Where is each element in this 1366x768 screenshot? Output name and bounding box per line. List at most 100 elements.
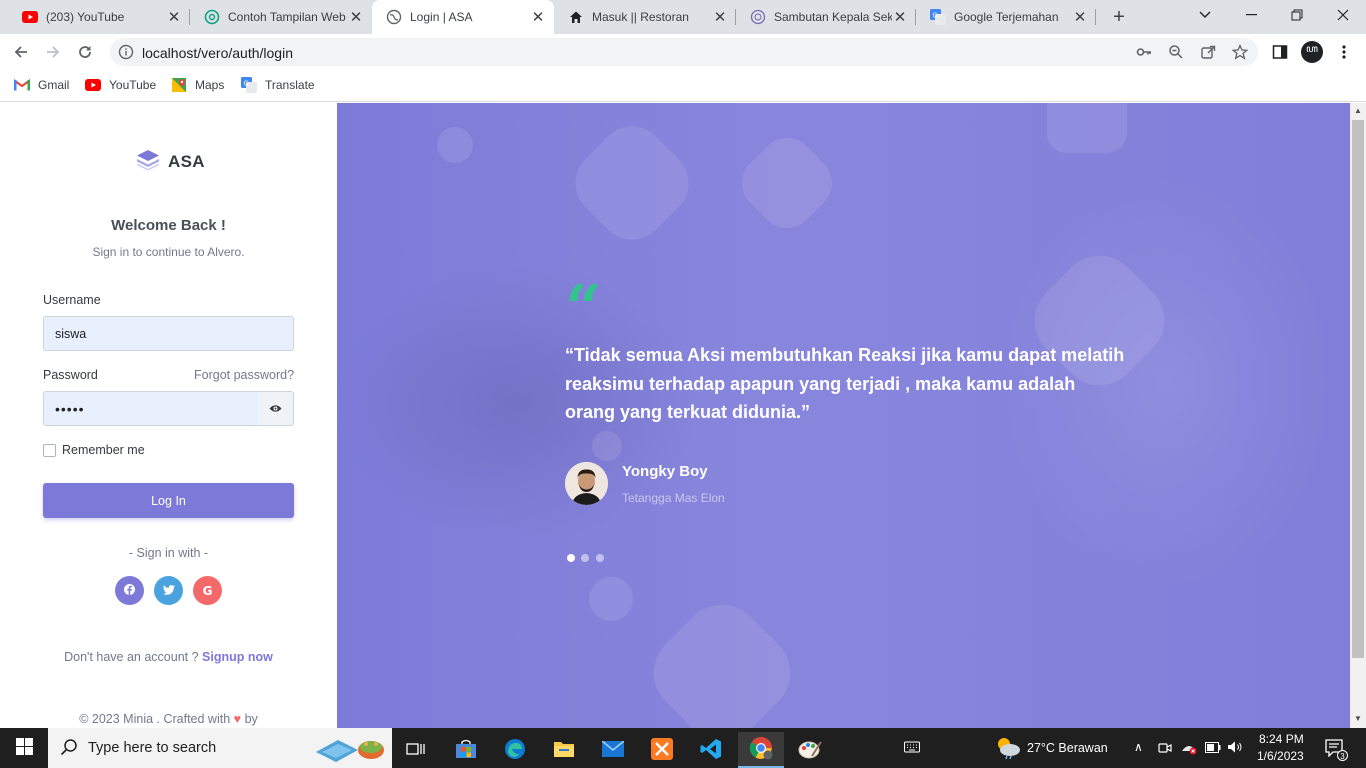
close-icon[interactable]: ✕ <box>348 9 364 26</box>
taskbar-search[interactable]: Type here to search <box>48 728 392 768</box>
taskbar-mail[interactable] <box>590 732 636 768</box>
tab-google-terjemahan[interactable]: G Google Terjemahan ✕ <box>916 0 1096 34</box>
tab-youtube[interactable]: (203) YouTube ✕ <box>8 0 190 34</box>
new-tab-button[interactable]: + <box>1108 6 1130 28</box>
welcome-heading: Welcome Back ! <box>111 217 226 234</box>
battery-icon[interactable] <box>1205 742 1221 756</box>
browser-toolbar: localhost/vero/auth/login ꦲ <box>0 34 1366 70</box>
taskbar-store[interactable] <box>443 732 489 768</box>
back-button[interactable] <box>8 39 34 65</box>
remember-me-label[interactable]: Remember me <box>62 443 145 457</box>
toggle-password-button[interactable] <box>258 391 294 426</box>
taskbar-xampp[interactable] <box>639 732 685 768</box>
mail-icon <box>601 739 625 760</box>
weather-icon[interactable] <box>995 735 1021 762</box>
google-translate-icon: G <box>241 77 257 93</box>
layers-icon <box>136 149 160 174</box>
scrollbar-thumb[interactable] <box>1352 120 1364 658</box>
twitter-button[interactable] <box>154 576 183 605</box>
taskbar-paint[interactable] <box>787 732 833 768</box>
volume-icon[interactable] <box>1227 740 1243 757</box>
carousel-dot-1[interactable] <box>567 554 575 562</box>
scroll-up-arrow-icon[interactable]: ▲ <box>1354 106 1362 115</box>
remember-me-checkbox[interactable] <box>43 444 56 457</box>
carousel-dot-2[interactable] <box>581 554 589 562</box>
tab-login-asa[interactable]: Login | ASA ✕ <box>372 0 554 34</box>
taskbar-vscode[interactable] <box>688 732 734 768</box>
bookmark-gmail[interactable]: Gmail <box>14 77 69 93</box>
reload-button[interactable] <box>72 39 98 65</box>
info-icon[interactable] <box>118 44 134 63</box>
close-icon[interactable]: ✕ <box>1072 9 1088 26</box>
keyboard-icon[interactable] <box>904 741 920 756</box>
weather-text[interactable]: 27°C Berawan <box>1027 741 1108 755</box>
task-view-button[interactable] <box>393 732 439 768</box>
tab-sambutan[interactable]: Sambutan Kepala Sek ✕ <box>736 0 916 34</box>
tab-title: Masuk || Restoran <box>592 10 689 24</box>
bookmark-star-icon[interactable] <box>1231 43 1249 60</box>
tab-search-button[interactable] <box>1182 0 1228 30</box>
avatar <box>565 462 608 505</box>
menu-icon[interactable] <box>1335 43 1353 61</box>
decorative-shape <box>637 588 807 728</box>
signup-link[interactable]: Signup now <box>202 650 273 664</box>
footer-text: © 2023 Minia . Crafted with <box>79 712 231 726</box>
profile-avatar[interactable]: ꦲ <box>1301 41 1323 63</box>
microsoft-store-icon <box>455 739 477 762</box>
heart-icon: ♥ <box>233 712 242 726</box>
tab-title: Google Terjemahan <box>954 10 1059 24</box>
bookmark-label: Gmail <box>38 78 70 92</box>
clock-time[interactable]: 8:24 PM <box>1259 732 1304 746</box>
close-icon[interactable]: ✕ <box>166 9 182 26</box>
page-scrollbar[interactable]: ▲ ▼ <box>1350 103 1366 728</box>
tab-contoh-tampilan[interactable]: Contoh Tampilan Web ✕ <box>190 0 372 34</box>
tab-strip: (203) YouTube ✕ Contoh Tampilan Web ✕ Lo… <box>0 0 1366 34</box>
maps-icon <box>171 77 187 93</box>
close-window-button[interactable] <box>1320 0 1366 30</box>
bookmark-maps[interactable]: Maps <box>171 77 224 93</box>
forward-button[interactable] <box>40 39 66 65</box>
testimonial-role: Tetangga Mas Elon <box>622 491 725 505</box>
brand-logo[interactable]: ASA <box>136 149 205 174</box>
clock-date[interactable]: 1/6/2023 <box>1257 749 1304 763</box>
restore-button[interactable] <box>1274 0 1320 30</box>
close-icon[interactable]: ✕ <box>892 9 908 26</box>
username-input[interactable]: siswa <box>43 316 294 351</box>
bookmark-youtube[interactable]: YouTube <box>85 77 156 93</box>
decorative-shape <box>585 424 629 468</box>
zoom-icon[interactable] <box>1168 44 1184 60</box>
key-icon[interactable] <box>1136 44 1152 60</box>
google-icon: G <box>202 583 213 598</box>
facebook-button[interactable] <box>115 576 144 605</box>
taskbar-edge[interactable] <box>492 732 538 768</box>
search-placeholder: Type here to search <box>88 740 217 756</box>
side-panel-icon[interactable] <box>1271 43 1289 61</box>
carousel-dot-3[interactable] <box>596 554 604 562</box>
network-icon[interactable] <box>1180 741 1198 758</box>
taskbar-file-explorer[interactable] <box>541 732 587 768</box>
taskbar-chrome[interactable] <box>738 732 784 768</box>
password-input[interactable]: ••••• <box>43 391 259 426</box>
page-content: ASA Welcome Back ! Sign in to continue t… <box>0 103 1366 728</box>
close-icon[interactable]: ✕ <box>712 9 728 26</box>
chevron-up-icon[interactable]: ∧ <box>1134 740 1143 754</box>
address-bar[interactable]: localhost/vero/auth/login <box>110 38 1258 66</box>
google-button[interactable]: G <box>193 576 222 605</box>
eye-icon <box>269 402 282 416</box>
minimize-button[interactable] <box>1228 0 1274 30</box>
bookmark-label: Maps <box>195 78 225 92</box>
meet-now-icon[interactable] <box>1158 741 1172 758</box>
forgot-password-link[interactable]: Forgot password? <box>194 368 294 382</box>
tab-title: Sambutan Kepala Sek <box>774 10 892 24</box>
scroll-down-arrow-icon[interactable]: ▼ <box>1354 714 1362 723</box>
share-icon[interactable] <box>1200 44 1216 60</box>
windows-logo-icon <box>15 738 33 758</box>
bookmark-label: YouTube <box>109 78 157 92</box>
tab-restoran[interactable]: Masuk || Restoran ✕ <box>554 0 736 34</box>
close-icon[interactable]: ✕ <box>530 9 546 26</box>
login-button[interactable]: Log In <box>43 483 294 518</box>
decorative-shape <box>429 119 481 171</box>
start-button[interactable] <box>0 728 48 768</box>
bookmark-translate[interactable]: G Translate <box>241 77 315 93</box>
decorative-shape <box>579 567 643 631</box>
